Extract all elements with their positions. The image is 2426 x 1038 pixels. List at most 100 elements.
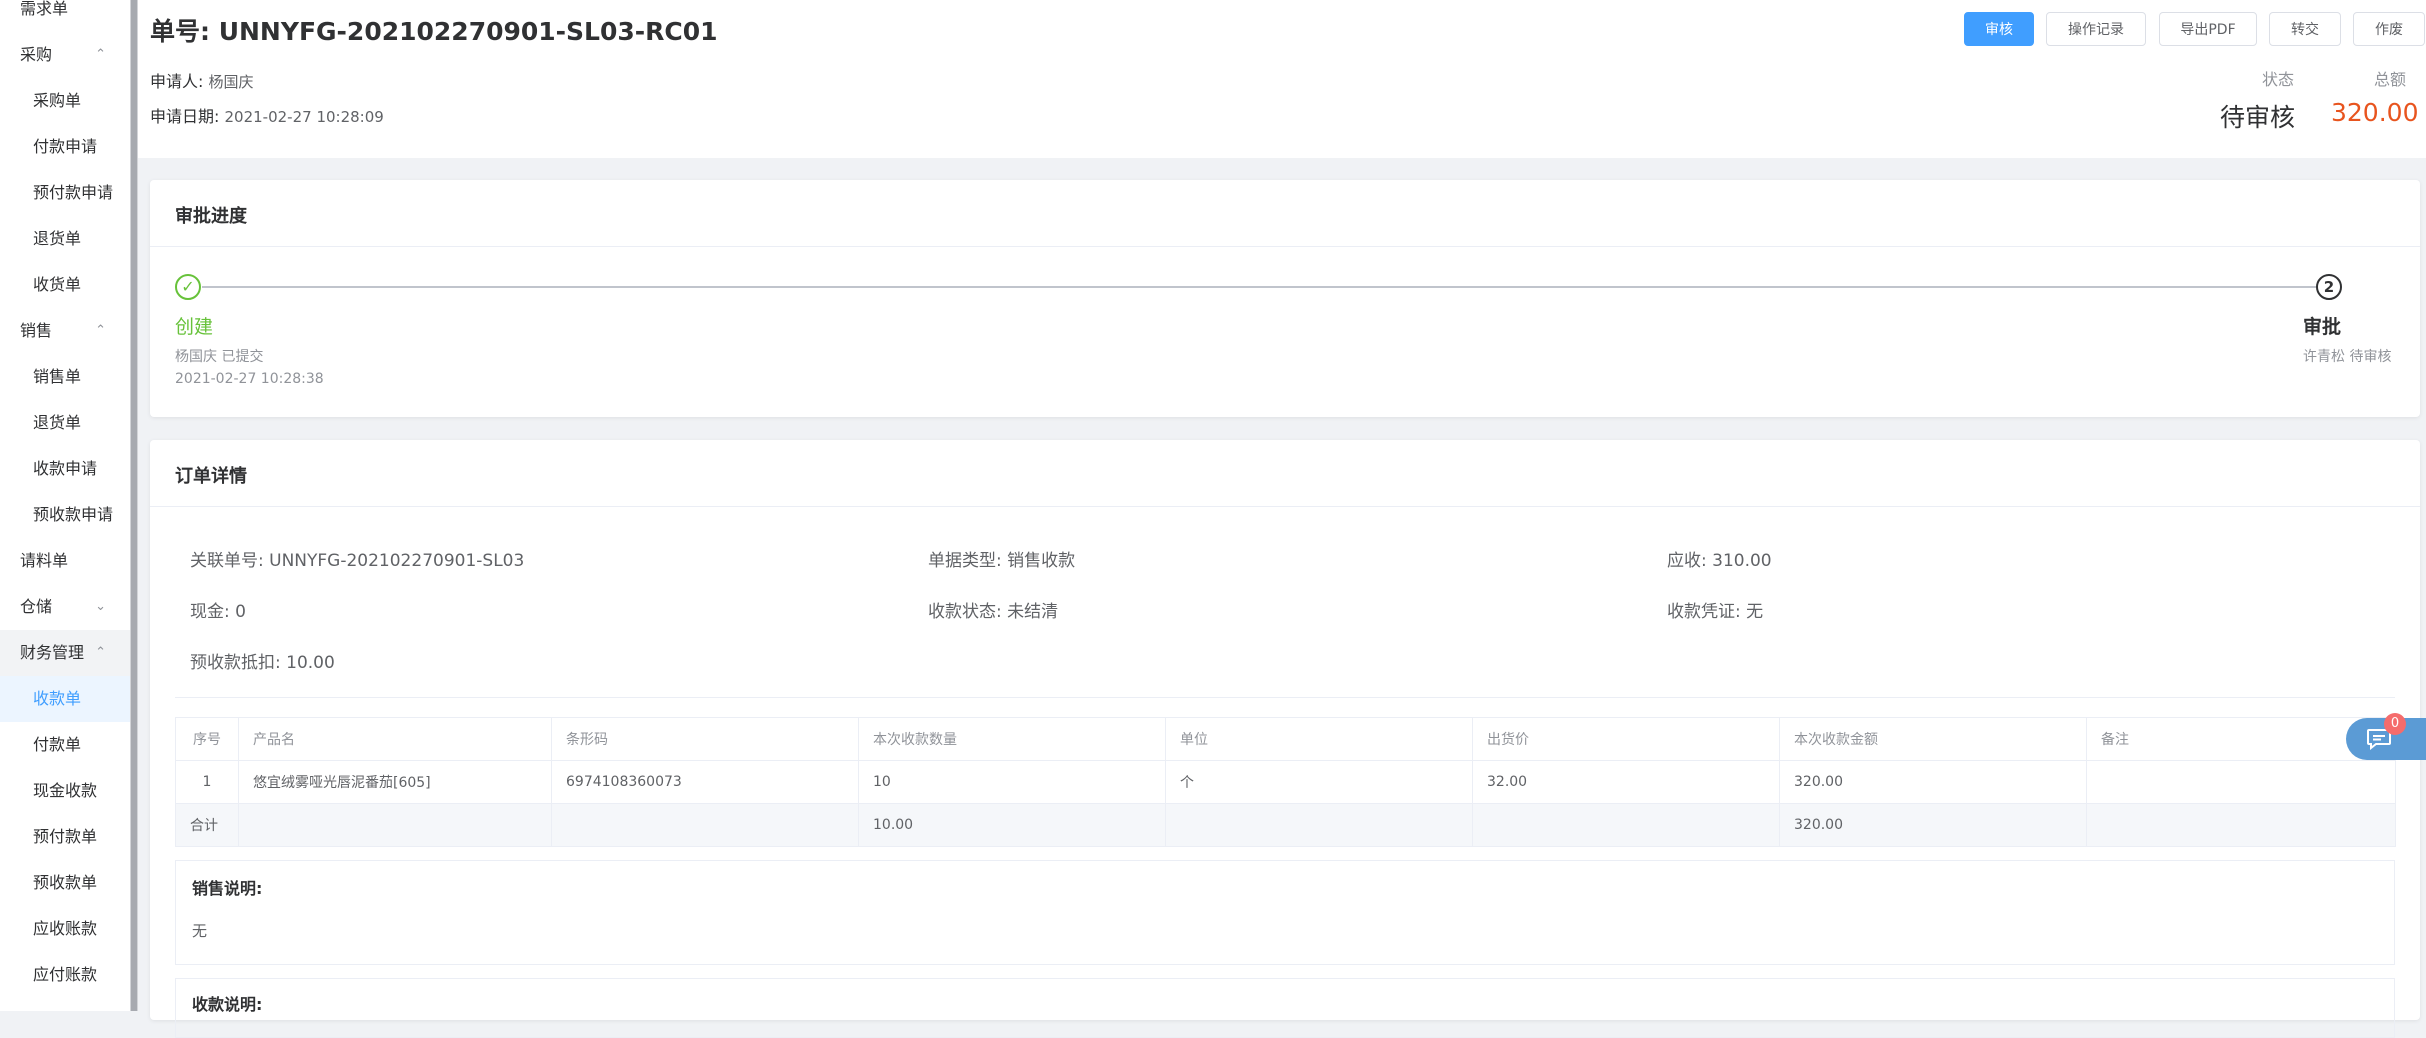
receivable-amount: 应收: 310.00 — [1667, 551, 1772, 571]
column-header: 序号 — [175, 717, 239, 761]
sidebar-item-advance-receipt-request[interactable]: 预收款申请 — [0, 492, 130, 538]
applicant-value: 杨国庆 — [208, 73, 254, 91]
sidebar-item-collection-voucher[interactable]: 收款单 — [0, 676, 130, 722]
chevron-down-icon: ⌄ — [95, 599, 106, 614]
status-label: 状态 — [2262, 70, 2295, 89]
sidebar-item-sales-return[interactable]: 退货单 — [0, 400, 130, 446]
table-row: 1 悠宜绒雾哑光唇泥番茄[605] 6974108360073 10 个 32.… — [175, 760, 2396, 804]
sidebar-item-advance-receipt-voucher[interactable]: 预收款单 — [0, 860, 130, 906]
review-button[interactable]: 审核 — [1964, 12, 2034, 46]
sidebar-item-label: 收货单 — [33, 275, 82, 294]
applicant-row: 申请人: 杨国庆 — [150, 68, 254, 92]
receipt-voucher: 收款凭证: 无 — [1667, 602, 1764, 622]
sidebar-group-warehouse[interactable]: 仓储 ⌄ — [0, 584, 130, 630]
apply-date-row: 申请日期: 2021-02-27 10:28:09 — [150, 103, 384, 127]
approval-progress-card: 审批进度 ✓ 创建 杨国庆 已提交 2021-02-27 10:28:38 2 … — [150, 180, 2420, 417]
apply-date-value: 2021-02-27 10:28:09 — [224, 108, 384, 126]
sales-note-title: 销售说明: — [192, 879, 263, 898]
column-header: 单位 — [1165, 717, 1473, 761]
receipt-note-title: 收款说明: — [192, 995, 263, 1014]
sidebar-item-purchase-order[interactable]: 采购单 — [0, 78, 130, 124]
document-type: 单据类型: 销售收款 — [928, 551, 1076, 571]
table-cell: 悠宜绒雾哑光唇泥番茄[605] — [238, 760, 552, 804]
total-label: 总额 — [2374, 70, 2407, 89]
sidebar-item-prepayment-request[interactable]: 预付款申请 — [0, 170, 130, 216]
applicant-label: 申请人: — [150, 72, 204, 91]
table-cell: 32.00 — [1472, 760, 1780, 804]
column-header: 产品名 — [238, 717, 552, 761]
sidebar-item-label: 销售单 — [33, 367, 82, 386]
table-cell: 10 — [858, 760, 1166, 804]
sidebar-item-collection-request[interactable]: 收款申请 — [0, 446, 130, 492]
approval-progress-title: 审批进度 — [175, 206, 247, 227]
step-number-2: 2 — [2316, 274, 2342, 300]
step-connector-line — [202, 286, 2316, 288]
sales-note-text: 无 — [192, 922, 208, 940]
table-cell — [2086, 803, 2396, 847]
sidebar-item-label: 现金收款 — [33, 781, 98, 800]
total-amount: 320.00 — [2331, 98, 2419, 127]
table-cell: 10.00 — [858, 803, 1166, 847]
sidebar-item-label: 采购单 — [33, 91, 82, 110]
sidebar-group-finance[interactable]: 财务管理 ⌃ — [0, 630, 130, 676]
sidebar-item-sales-order[interactable]: 销售单 — [0, 354, 130, 400]
sidebar-item-label: 财务管理 — [20, 643, 85, 662]
transfer-button[interactable]: 转交 — [2269, 12, 2341, 46]
sidebar-item-cash-receipt[interactable]: 现金收款 — [0, 768, 130, 814]
sidebar-item-label: 付款申请 — [33, 137, 98, 156]
chevron-up-icon: ⌃ — [95, 323, 106, 338]
receipt-status: 收款状态: 未结清 — [928, 602, 1059, 622]
status-value: 待审核 — [2220, 103, 2296, 132]
sales-note-box: 销售说明: 无 — [175, 860, 2395, 965]
advance-deduction: 预收款抵扣: 10.00 — [190, 653, 335, 673]
sidebar-item-material-request[interactable]: 请料单 — [0, 538, 130, 584]
section-divider — [175, 697, 2395, 698]
table-cell — [2086, 760, 2396, 804]
sidebar-item-label: 需求单 — [20, 0, 69, 18]
order-items-table: 序号 产品名 条形码 本次收款数量 单位 出货价 本次收款金额 备注 1 悠宜绒… — [175, 717, 2396, 847]
chevron-up-icon: ⌃ — [95, 47, 106, 62]
sidebar-item-label: 销售 — [20, 321, 53, 340]
export-pdf-button[interactable]: 导出PDF — [2159, 12, 2257, 46]
sidebar-group-sales[interactable]: 销售 ⌃ — [0, 308, 130, 354]
step-desc-approve: 许青松 待审核 — [2303, 349, 2392, 365]
order-header: 单号: UNNYFG-202102270901-SL03-RC01 申请人: 杨… — [138, 0, 2426, 158]
sidebar: 需求单 采购 ⌃ 采购单 付款申请 预付款申请 退货单 收货单 销售 ⌃ 销售单 退… — [0, 0, 131, 1011]
sidebar-item-accounts-receivable[interactable]: 应收账款 — [0, 906, 130, 952]
step-title-approve: 审批 — [2303, 316, 2342, 338]
sidebar-item-label: 付款单 — [33, 735, 82, 754]
table-cell: 6974108360073 — [551, 760, 859, 804]
operation-log-button[interactable]: 操作记录 — [2046, 12, 2146, 46]
order-detail-title: 订单详情 — [175, 466, 247, 487]
step-time-create: 2021-02-27 10:28:38 — [175, 371, 324, 387]
table-cell: 1 — [175, 760, 239, 804]
table-cell: 320.00 — [1779, 760, 2087, 804]
related-order-number: 关联单号: UNNYFG-202102270901-SL03 — [190, 551, 525, 571]
sidebar-scrollbar-thumb[interactable] — [131, 0, 137, 1011]
chevron-up-icon: ⌃ — [95, 645, 106, 660]
sidebar-item-label: 应付账款 — [33, 965, 98, 984]
table-cell: 个 — [1165, 760, 1473, 804]
sidebar-item-requirements[interactable]: 需求单 — [0, 0, 130, 32]
sidebar-item-label: 退货单 — [33, 413, 82, 432]
table-summary-row: 合计 10.00 320.00 — [175, 803, 2396, 847]
sidebar-item-label: 收款申请 — [33, 459, 98, 478]
sidebar-item-payment-voucher[interactable]: 付款单 — [0, 722, 130, 768]
table-cell — [551, 803, 859, 847]
sidebar-group-purchase[interactable]: 采购 ⌃ — [0, 32, 130, 78]
step-desc-create: 杨国庆 已提交 — [175, 349, 264, 365]
sidebar-item-label: 采购 — [20, 45, 53, 64]
table-header-row: 序号 产品名 条形码 本次收款数量 单位 出货价 本次收款金额 备注 — [175, 717, 2396, 761]
sidebar-item-accounts-payable[interactable]: 应付账款 — [0, 952, 130, 998]
sidebar-item-payment-request[interactable]: 付款申请 — [0, 124, 130, 170]
sidebar-item-label: 预收款单 — [33, 873, 98, 892]
void-button[interactable]: 作废 — [2353, 12, 2425, 46]
check-icon: ✓ — [175, 274, 201, 300]
sidebar-item-purchase-return[interactable]: 退货单 — [0, 216, 130, 262]
chat-unread-badge: 0 — [2384, 713, 2406, 735]
sidebar-item-receipt[interactable]: 收货单 — [0, 262, 130, 308]
table-cell — [1165, 803, 1473, 847]
sidebar-item-label: 退货单 — [33, 229, 82, 248]
column-header: 出货价 — [1472, 717, 1780, 761]
sidebar-item-prepayment-voucher[interactable]: 预付款单 — [0, 814, 130, 860]
